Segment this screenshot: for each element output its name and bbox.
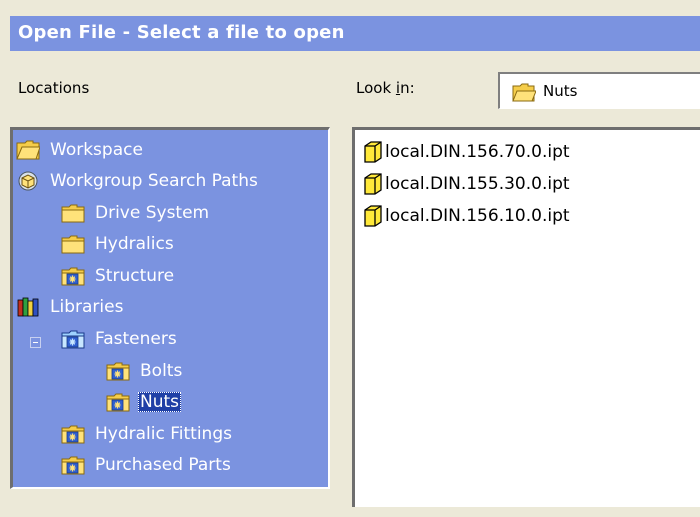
file-list[interactable]: local.DIN.156.70.0.ipt local.DIN.155.30.… [352, 127, 700, 507]
location-label: Workgroup Search Paths [50, 171, 258, 191]
location-label: Drive System [95, 203, 210, 223]
locations-label: Locations [18, 79, 90, 97]
file-name: local.DIN.156.70.0.ipt [385, 142, 570, 162]
dialog-title-bar: Open File - Select a file to open [0, 0, 700, 51]
location-fasteners[interactable]: Fasteners [61, 325, 179, 353]
location-label: Nuts [138, 392, 182, 412]
workgroup-icon [18, 171, 38, 191]
dialog-bottom-strip [0, 489, 352, 517]
open-folder-icon [512, 83, 536, 102]
file-item[interactable]: local.DIN.156.10.0.ipt [361, 203, 570, 229]
location-label: Fasteners [95, 329, 177, 349]
dialog-title: Open File - Select a file to open [18, 22, 345, 43]
library-folder-icon [61, 425, 85, 444]
location-hydralics[interactable]: Hydralics [61, 230, 176, 258]
look-in-value: Nuts [543, 82, 578, 100]
file-name: local.DIN.155.30.0.ipt [385, 174, 570, 194]
library-folder-icon [106, 362, 130, 381]
location-label: Purchased Parts [95, 455, 231, 475]
look-in-dropdown[interactable]: Nuts [498, 72, 700, 109]
locations-panel[interactable]: Workspace Workgroup Search Paths Drive S… [10, 127, 330, 489]
location-drive-system[interactable]: Drive System [61, 199, 211, 227]
location-label: Workspace [50, 140, 143, 160]
workspace-folder-icon [16, 140, 40, 160]
library-folder-icon [61, 267, 85, 286]
location-workspace[interactable]: Workspace [16, 136, 145, 164]
part-file-icon [364, 205, 382, 227]
collapse-toggle[interactable] [30, 337, 41, 348]
folder-icon [61, 204, 85, 223]
location-hydralic-fittings[interactable]: Hydralic Fittings [61, 420, 234, 448]
location-workgroup-search-paths[interactable]: Workgroup Search Paths [16, 167, 260, 195]
look-in-label: Look in: [356, 79, 415, 97]
library-folder-icon [61, 330, 85, 349]
part-file-icon [364, 173, 382, 195]
location-bolts[interactable]: Bolts [106, 357, 184, 385]
location-structure[interactable]: Structure [61, 262, 176, 290]
location-nuts[interactable]: Nuts [106, 388, 182, 416]
location-label: Hydralics [95, 234, 174, 254]
file-item[interactable]: local.DIN.155.30.0.ipt [361, 171, 570, 197]
library-folder-icon [61, 456, 85, 475]
location-label: Hydralic Fittings [95, 424, 232, 444]
location-purchased-parts[interactable]: Purchased Parts [61, 451, 233, 479]
libraries-icon [17, 297, 39, 317]
file-name: local.DIN.156.10.0.ipt [385, 206, 570, 226]
library-folder-icon [106, 393, 130, 412]
location-label: Structure [95, 266, 175, 286]
location-libraries[interactable]: Libraries [16, 293, 125, 321]
location-label: Bolts [140, 361, 183, 381]
part-file-icon [364, 141, 382, 163]
location-label: Libraries [50, 297, 124, 317]
file-item[interactable]: local.DIN.156.70.0.ipt [361, 139, 570, 165]
folder-icon [61, 235, 85, 254]
